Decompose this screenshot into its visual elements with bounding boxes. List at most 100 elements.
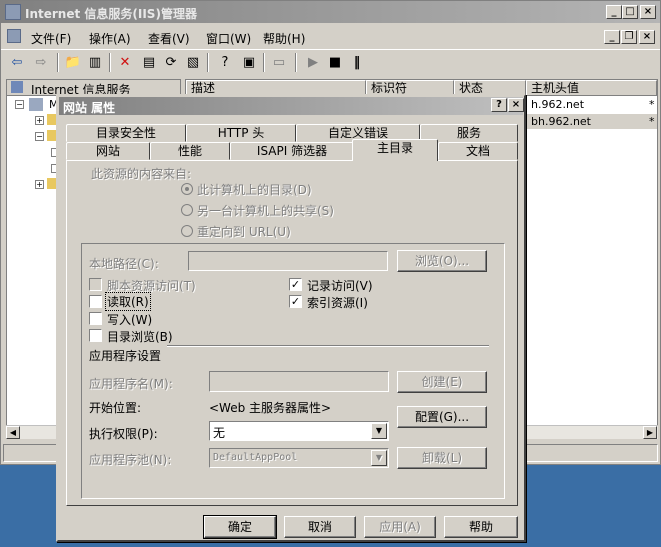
create-button[interactable]: 创建(E) <box>397 371 487 393</box>
menu-action[interactable]: 操作(A) <box>89 30 131 47</box>
child-close-button[interactable]: × <box>639 30 655 44</box>
tab-performance[interactable]: 性能 <box>150 142 230 160</box>
help-button[interactable]: 帮助 <box>444 516 518 538</box>
child-restore-button[interactable]: ❐ <box>621 30 637 44</box>
expander-icon[interactable]: − <box>35 132 44 141</box>
start-position-label: 开始位置: <box>89 401 142 415</box>
index-resource-label: 索引资源(I) <box>307 296 368 310</box>
toolbar: ⇦ ⇨ 📁 ▥ ✕ ▤ ⟳ ▧ ? ▣ ▭ ▶ ■ ‖ <box>1 49 660 75</box>
local-path-label: 本地路径(C): <box>89 257 159 271</box>
menu-view[interactable]: 查看(V) <box>148 30 190 47</box>
browse-button[interactable]: 浏览(O)... <box>397 250 487 272</box>
checkbox-index-resource[interactable]: ✓ <box>289 295 302 308</box>
scroll-left-icon[interactable]: ◀ <box>6 426 20 439</box>
radio-redirect-url-label: 重定向到 URL(U) <box>197 225 291 239</box>
row-mark-1: * <box>649 98 655 111</box>
checkbox-log-visits[interactable]: ✓ <box>289 278 302 291</box>
close-button[interactable]: × <box>640 5 656 19</box>
toolbar-separator <box>109 53 111 72</box>
start-position-value: <Web 主服务器属性> <box>209 401 332 415</box>
app-pool-select[interactable]: DefaultAppPool ▼ <box>209 448 389 468</box>
menu-bar: 文件(F) 操作(A) 查看(V) 窗口(W) 帮助(H) _ ❐ × <box>1 27 660 47</box>
stop-icon[interactable]: ■ <box>325 53 345 72</box>
tab-documents[interactable]: 文档 <box>438 142 518 160</box>
execute-permissions-select[interactable]: 无 ▼ <box>209 421 389 441</box>
menu-help[interactable]: 帮助(H) <box>263 30 305 47</box>
site-properties-dialog: 网站 属性 ? × 目录安全性 HTTP 头 自定义错误 服务 网站 性能 IS… <box>56 94 526 542</box>
directory-browsing-label: 目录浏览(B) <box>107 330 173 344</box>
configure-button[interactable]: 配置(G)... <box>397 406 487 428</box>
iis-node-icon <box>11 81 23 93</box>
chevron-down-icon[interactable]: ▼ <box>371 423 387 439</box>
unload-button[interactable]: 卸载(L) <box>397 447 487 469</box>
tab-home-directory[interactable]: 主目录 <box>352 139 438 161</box>
cancel-button[interactable]: 取消 <box>284 516 356 538</box>
back-icon[interactable]: ⇦ <box>7 53 27 72</box>
pause-icon[interactable]: ‖ <box>347 53 367 72</box>
mmc-icon <box>7 29 21 43</box>
expander-icon[interactable]: + <box>35 180 44 189</box>
properties-icon[interactable]: ▤ <box>139 53 159 72</box>
dialog-title: 网站 属性 <box>63 101 116 115</box>
main-title-bar[interactable]: Internet 信息服务(IIS)管理器 _ □ × <box>1 1 660 23</box>
child-minimize-button[interactable]: _ <box>604 30 620 44</box>
minimize-button[interactable]: _ <box>606 5 622 19</box>
write-label: 写入(W) <box>107 313 153 327</box>
main-window-title: Internet 信息服务(IIS)管理器 <box>25 7 197 21</box>
toolbar-separator <box>263 53 265 72</box>
home-directory-panel: 此资源的内容来自: 此计算机上的目录(D) 另一台计算机上的共享(S) 重定向到… <box>66 160 518 506</box>
expander-icon[interactable]: + <box>35 116 44 125</box>
dialog-close-button[interactable]: × <box>508 98 524 112</box>
expander-icon[interactable]: − <box>15 100 24 109</box>
app-settings-heading: 应用程序设置 <box>89 349 162 363</box>
apply-button[interactable]: 应用(A) <box>364 516 436 538</box>
log-visits-label: 记录访问(V) <box>307 279 373 293</box>
app-pool-label: 应用程序池(N): <box>89 453 172 467</box>
tab-directory-security[interactable]: 目录安全性 <box>66 124 186 142</box>
help-icon[interactable]: ? <box>215 53 235 72</box>
forward-icon[interactable]: ⇨ <box>31 53 51 72</box>
chevron-down-icon[interactable]: ▼ <box>371 450 387 466</box>
start-icon[interactable]: ▶ <box>303 53 323 72</box>
checkbox-read[interactable] <box>89 295 102 308</box>
computer-icon[interactable]: ▭ <box>269 53 289 72</box>
radio-network-share-label: 另一台计算机上的共享(S) <box>197 204 334 218</box>
checkbox-write[interactable] <box>89 312 102 325</box>
execute-permissions-label: 执行权限(P): <box>89 427 158 441</box>
dialog-help-button[interactable]: ? <box>491 98 507 112</box>
ok-button[interactable]: 确定 <box>203 515 277 539</box>
local-path-input[interactable] <box>188 251 388 271</box>
tab-http-headers[interactable]: HTTP 头 <box>186 124 296 142</box>
toolbar-separator <box>57 53 59 72</box>
app-pool-value: DefaultAppPool <box>213 452 298 463</box>
toolbar-separator <box>207 53 209 72</box>
menu-window[interactable]: 窗口(W) <box>206 30 251 47</box>
app-settings-divider <box>167 345 489 347</box>
refresh-icon[interactable]: ⟳ <box>161 53 181 72</box>
checkbox-directory-browsing[interactable] <box>89 329 102 342</box>
tab-isapi-filters[interactable]: ISAPI 筛选器 <box>230 142 354 160</box>
show-tree-icon[interactable]: ▥ <box>85 53 105 72</box>
console-icon[interactable]: ▣ <box>239 53 259 72</box>
content-source-label: 此资源的内容来自: <box>91 167 192 181</box>
export-list-icon[interactable]: ▧ <box>183 53 203 72</box>
read-label: 读取(R) <box>105 292 151 311</box>
host-value-2[interactable]: bh.962.net <box>531 115 591 128</box>
radio-redirect-url[interactable] <box>181 225 193 237</box>
up-folder-icon[interactable]: 📁 <box>63 53 83 72</box>
execute-permissions-value: 无 <box>213 426 226 440</box>
radio-network-share[interactable] <box>181 204 193 216</box>
dialog-title-bar[interactable]: 网站 属性 ? × <box>59 97 524 115</box>
app-name-label: 应用程序名(M): <box>89 377 173 391</box>
app-name-input[interactable] <box>209 371 389 392</box>
column-host-header[interactable]: 主机头值 <box>526 80 657 96</box>
tab-website[interactable]: 网站 <box>66 142 150 160</box>
scroll-right-icon[interactable]: ▶ <box>643 426 657 439</box>
delete-icon[interactable]: ✕ <box>115 53 135 72</box>
host-value-1[interactable]: h.962.net <box>531 98 584 111</box>
computer-node-icon <box>29 98 43 111</box>
radio-local-directory[interactable] <box>181 183 193 195</box>
menu-file[interactable]: 文件(F) <box>31 30 71 47</box>
checkbox-script-source-access[interactable] <box>89 278 102 291</box>
maximize-button[interactable]: □ <box>622 5 638 19</box>
